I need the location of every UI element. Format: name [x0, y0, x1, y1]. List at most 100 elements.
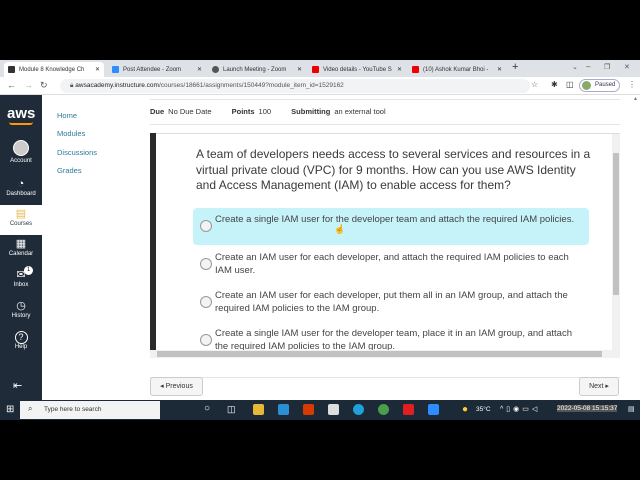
zoom-icon: [112, 66, 119, 73]
tab-title: Module 8 Knowledge Ch: [19, 66, 85, 73]
nav-label: Account: [10, 158, 32, 164]
aws-logo[interactable]: aws: [7, 105, 35, 122]
help-icon: ?: [14, 331, 28, 344]
hand-cursor-icon: ☝: [334, 224, 346, 234]
extensions-icon[interactable]: ✱: [551, 80, 558, 89]
aws-smile: [9, 122, 33, 125]
edge-icon[interactable]: [353, 404, 364, 415]
close-icon[interactable]: ✕: [297, 66, 302, 73]
tab-video-details[interactable]: Video details - YouTube S ✕: [308, 62, 406, 77]
course-nav-home[interactable]: Home: [57, 111, 77, 120]
sidepanel-icon[interactable]: ◫: [566, 80, 574, 89]
radio-button[interactable]: [200, 258, 212, 270]
notifications-icon[interactable]: ▤: [628, 405, 635, 413]
assignment-meta: Due No Due Date Points 100 Submitting an ex…: [150, 107, 386, 116]
nav-calendar[interactable]: ▦ Calendar: [0, 238, 42, 257]
nav-label: Help: [14, 344, 28, 350]
nav-dashboard[interactable]: ◔ Dashboard: [0, 178, 42, 197]
close-window-button[interactable]: ✕: [624, 63, 630, 71]
nav-courses[interactable]: ▤ Courses: [0, 205, 42, 235]
profile-button[interactable]: Paused: [579, 79, 620, 92]
nav-account[interactable]: Account: [0, 140, 42, 164]
file-explorer-icon[interactable]: [253, 404, 264, 415]
radio-button[interactable]: [200, 296, 212, 308]
nav-history[interactable]: ◷ History: [0, 300, 42, 319]
course-nav-discussions[interactable]: Discussions: [57, 148, 97, 157]
profile-status: Paused: [595, 82, 616, 88]
courses-icon: ▤: [15, 208, 27, 220]
account-icon: [13, 140, 29, 156]
task-view-icon[interactable]: ◫: [227, 404, 236, 415]
tab-launch-meeting[interactable]: Launch Meeting - Zoom ✕: [208, 62, 306, 77]
close-icon[interactable]: ✕: [397, 66, 402, 73]
restore-button[interactable]: ❐: [604, 63, 610, 71]
nav-label: Courses: [9, 221, 33, 227]
youtube-icon: [312, 66, 319, 73]
url-path: /courses/18661/assignments/150449?module…: [158, 82, 344, 89]
answer-option[interactable]: Create a single IAM user for the develop…: [193, 322, 589, 350]
course-nav-modules[interactable]: Modules: [57, 129, 85, 138]
page-scroll-up-icon[interactable]: ▴: [634, 95, 637, 102]
nav-inbox[interactable]: ✉ Inbox 1: [0, 266, 42, 288]
search-icon: ⌕: [28, 404, 33, 413]
collapse-nav-icon[interactable]: ⇤: [13, 379, 22, 392]
tab-search-icon[interactable]: ⌄: [572, 63, 578, 71]
youtube-icon: [412, 66, 419, 73]
reload-icon[interactable]: ↻: [40, 80, 48, 91]
tab-ashok[interactable]: (10) Ashok Kumar Bhoi - ✕: [408, 62, 506, 77]
radio-button[interactable]: [200, 334, 212, 346]
tab-title: (10) Ashok Kumar Bhoi -: [423, 66, 489, 73]
option-text: Create a single IAM user for the develop…: [215, 214, 575, 225]
windows-start-icon[interactable]: ⊞: [6, 404, 14, 415]
next-button[interactable]: Next ▸: [579, 377, 619, 396]
chrome-icon[interactable]: [378, 404, 389, 415]
dashboard-icon: ◔: [17, 178, 25, 190]
star-icon[interactable]: ☆: [531, 80, 538, 89]
new-tab-button[interactable]: +: [512, 61, 518, 73]
forward-icon[interactable]: →: [24, 80, 33, 90]
tray-icons[interactable]: ^▯◉▭◁: [500, 405, 540, 413]
tab-module-8[interactable]: Module 8 Knowledge Ch ✕: [4, 62, 104, 77]
calendar-icon: ▦: [15, 238, 27, 250]
tab-title: Post Attendee - Zoom: [123, 66, 182, 73]
store-icon[interactable]: [328, 404, 339, 415]
inbox-badge: 1: [24, 266, 33, 275]
radio-button[interactable]: [200, 220, 212, 232]
tab-favicon-icon: [8, 66, 15, 73]
nav-label: Calendar: [8, 251, 34, 257]
close-icon[interactable]: ✕: [197, 66, 202, 73]
mail-icon[interactable]: [278, 404, 289, 415]
taskbar-search-input[interactable]: Type here to search: [20, 401, 160, 419]
nav-help[interactable]: ? Help: [0, 331, 42, 350]
points-label: Points: [231, 107, 255, 116]
back-icon[interactable]: ←: [7, 80, 16, 90]
globe-icon: [212, 66, 219, 73]
vertical-scroll-thumb[interactable]: [613, 153, 619, 295]
url-input[interactable]: 🔒︎ awsacademy.instructure.com/courses/18…: [60, 79, 530, 93]
zoom-app-icon[interactable]: [428, 404, 439, 415]
url-host: awsacademy.instructure.com: [75, 82, 159, 89]
inbox-icon: ✉: [16, 269, 26, 281]
previous-button[interactable]: ◂ Previous: [150, 377, 203, 396]
close-icon[interactable]: ✕: [95, 66, 100, 73]
nav-label: Inbox: [13, 282, 29, 288]
minimize-button[interactable]: –: [586, 62, 590, 71]
answer-option[interactable]: Create an IAM user for each developer, p…: [193, 284, 589, 321]
menu-icon[interactable]: ⋮: [628, 80, 636, 89]
office-icon[interactable]: [303, 404, 314, 415]
due-label: Due: [150, 107, 165, 116]
taskbar-clock[interactable]: 2022-05-08 15:15:37: [557, 405, 618, 412]
tab-post-attendee[interactable]: Post Attendee - Zoom ✕: [108, 62, 206, 77]
answer-option[interactable]: Create an IAM user for each developer, a…: [193, 246, 589, 283]
global-nav: aws Account ◔ Dashboard ▤ Courses ▦ Calenda…: [0, 95, 42, 400]
divider: [150, 99, 620, 100]
answer-option[interactable]: Create a single IAM user for the develop…: [193, 208, 589, 245]
tab-title: Launch Meeting - Zoom: [223, 66, 287, 73]
option-text: Create an IAM user for each developer, p…: [215, 290, 568, 314]
close-icon[interactable]: ✕: [497, 66, 502, 73]
course-nav-grades[interactable]: Grades: [57, 166, 82, 175]
tab-title: Video details - YouTube S: [323, 66, 392, 73]
cortana-icon[interactable]: ○: [204, 403, 210, 414]
horizontal-scroll-thumb[interactable]: [157, 351, 602, 357]
wps-icon[interactable]: [403, 404, 414, 415]
